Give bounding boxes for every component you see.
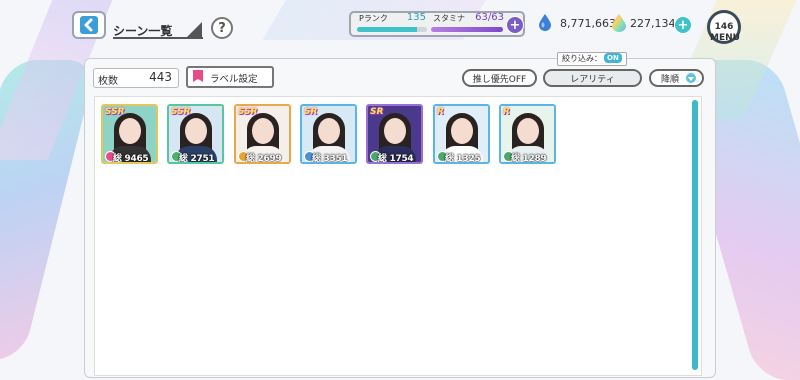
card-portrait-face [517,118,539,144]
chevron-left-icon [80,16,98,34]
filter-on-badge: ON [604,53,622,63]
card-rarity-badge: SSR [238,107,258,117]
label-settings-label: ラベル設定 [210,74,258,85]
chevron-down-icon [686,73,696,83]
title-corner-decoration [186,22,202,38]
rarity-filter-button[interactable]: レアリティ [543,69,642,87]
card-portrait-face [252,118,274,144]
oshi-priority-toggle[interactable]: 推し優先OFF [462,69,537,87]
card-rarity-badge: R [437,107,444,117]
card-portrait-face [185,118,207,144]
card-total-power: 総 3351 [312,154,348,164]
scrollbar-thumb[interactable] [692,100,698,370]
scene-card[interactable]: SSR 総 2699 [234,104,291,164]
card-portrait-face [451,118,473,144]
scene-card[interactable]: R 総 1325 [433,104,490,164]
filter-status-label: 絞り込み： [562,54,602,63]
water-drop-icon [539,14,551,31]
stamina-recover-button[interactable]: + [506,16,524,34]
card-portrait-face [318,118,340,144]
card-rarity-badge: SSR [171,107,191,117]
card-rarity-badge: SR [304,107,318,117]
menu-badge: 146 [714,22,734,32]
stamina-progress-bar [431,27,503,32]
card-portrait-face [384,118,406,144]
card-total-power: 総 1325 [445,154,481,164]
back-button[interactable] [72,11,106,39]
help-button[interactable]: ? [211,17,233,39]
stamina-value: 63/63 [475,12,504,23]
scene-card[interactable]: SR 総 1754 [366,104,423,164]
rainbow-gem-icon [612,14,626,32]
card-portrait-face [119,118,141,144]
card-rarity-badge: SSR [105,107,125,117]
card-count-label: 枚数 [98,76,118,87]
card-total-power: 総 2751 [179,154,215,164]
stamina-progress-fill [431,27,503,32]
card-total-power: 総 1289 [511,154,547,164]
p-rank-progress-fill [357,27,417,32]
card-total-power: 総 1754 [378,154,414,164]
scene-card[interactable]: SR 総 3351 [300,104,357,164]
rainbow-currency-value: 227,134 [630,17,676,30]
scene-card[interactable]: SSR 総 9465 [101,104,158,164]
menu-label: MENU [710,33,740,43]
card-rarity-badge: R [503,107,510,117]
scrollbar[interactable] [692,100,698,370]
scene-card[interactable]: R 総 1289 [499,104,556,164]
card-total-power: 総 9465 [113,154,149,164]
card-rarity-badge: SR [370,107,384,117]
p-rank-value: 135 [406,12,426,23]
stamina-label: スタミナ [433,14,465,23]
currency-add-button[interactable]: + [674,16,692,34]
drop-currency-value: 8,771,663 [560,17,616,30]
card-count-value: 443 [149,70,172,84]
card-total-power: 総 2699 [246,154,282,164]
scene-card[interactable]: SSR 総 2751 [167,104,224,164]
p-rank-label: Pランク [359,14,388,23]
p-rank-progress-bar [357,27,427,32]
